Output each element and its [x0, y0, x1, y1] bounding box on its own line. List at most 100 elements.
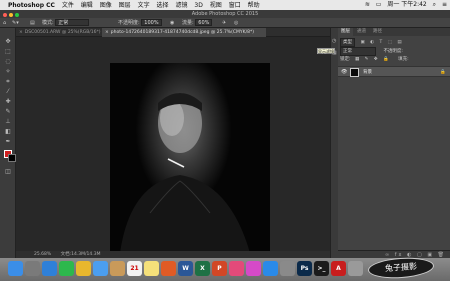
dock-photoshop-icon[interactable]: Ps — [297, 261, 312, 276]
document-tabs: × DSC00501.ARW @ 25%(RGB/16*) × photo-1472… — [16, 28, 330, 37]
menu-file[interactable]: 文件 — [62, 2, 74, 9]
search-icon[interactable]: ⌕ — [433, 1, 436, 8]
mode-select[interactable]: 正常 — [55, 19, 90, 26]
layers-panel: 图层 通道 路径 类型 ▣ ◐ T ⬚ ▤ 正常 不透明度: 锁定: ▦ ✎ ✥… — [338, 28, 450, 258]
menu-image[interactable]: 图像 — [100, 2, 112, 9]
menu-layer[interactable]: 图层 — [119, 2, 131, 9]
battery-icon[interactable]: ▭ — [376, 1, 382, 8]
lasso-tool-icon[interactable]: ◌ — [3, 58, 13, 66]
zoom-level[interactable]: 25.68% — [34, 252, 51, 257]
opacity-input[interactable]: 100% — [141, 19, 162, 26]
background-color-swatch[interactable] — [8, 154, 16, 162]
dock-notes-icon[interactable] — [144, 261, 159, 276]
layer-thumbnail — [350, 68, 359, 77]
tab-paths[interactable]: 路径 — [370, 28, 385, 36]
brush-preset-icon[interactable]: ✎▾ — [12, 18, 19, 28]
dock-wechat-icon[interactable] — [59, 261, 74, 276]
dock-office-icon[interactable] — [161, 261, 176, 276]
brush-tool-icon[interactable]: ✎ — [3, 108, 13, 116]
menu-type[interactable]: 文字 — [138, 2, 150, 9]
canvas-area[interactable] — [16, 37, 345, 253]
dock-calendar-icon[interactable]: 21 — [127, 261, 142, 276]
dock-photos-icon[interactable] — [229, 261, 244, 276]
quick-select-tool-icon[interactable]: ✧ — [3, 68, 13, 76]
crop-tool-icon[interactable]: ⌗ — [3, 78, 13, 86]
panel-tabs: 图层 通道 路径 — [338, 28, 450, 36]
dock-powerpoint-icon[interactable]: P — [212, 261, 227, 276]
airbrush-icon[interactable]: ✈ — [222, 18, 226, 28]
app-menu[interactable]: Photoshop CC — [8, 2, 55, 9]
layers-panel-footer: ∞ fx ◐ ▢ ▣ 🗑 — [338, 250, 450, 258]
eraser-tool-icon[interactable]: ◧ — [3, 128, 13, 136]
history-icon[interactable]: ◷ — [332, 38, 336, 44]
kind-select[interactable]: 类型 — [340, 38, 355, 47]
mode-label: 模式: — [42, 20, 54, 26]
brush-panel-icon[interactable]: ▤ — [30, 18, 35, 28]
menu-view[interactable]: 视图 — [210, 2, 222, 9]
dock-launchpad-icon[interactable] — [25, 261, 40, 276]
pressure-size-icon[interactable]: ◎ — [234, 18, 238, 28]
move-tool-icon[interactable]: ✥ — [3, 38, 13, 46]
dock-terminal-icon[interactable]: >_ — [314, 261, 329, 276]
dock-itunes-icon[interactable] — [246, 261, 261, 276]
dock-excel-icon[interactable]: X — [195, 261, 210, 276]
dock-finder-icon[interactable] — [8, 261, 23, 276]
tab-dsc00501[interactable]: × DSC00501.ARW @ 25%(RGB/16*) — [16, 28, 102, 37]
dock-appstore-icon[interactable] — [263, 261, 278, 276]
pressure-opacity-icon[interactable]: ◉ — [170, 18, 174, 28]
flow-input[interactable]: 60% — [195, 19, 213, 26]
menu-list-icon[interactable]: ≡ — [442, 1, 447, 8]
menu-3d[interactable]: 3D — [194, 2, 202, 9]
dock-chrome-icon[interactable] — [76, 261, 91, 276]
tools-panel: ✥ ⬚ ◌ ✧ ⌗ ⁄ ✚ ✎ ⊥ ◧ ✒ ◫ — [0, 28, 16, 258]
lock-label: 锁定: — [340, 57, 351, 62]
visibility-eye-icon[interactable]: 👁 — [341, 67, 347, 78]
home-icon[interactable]: ⌂ — [3, 18, 6, 28]
dock-preferences-icon[interactable] — [280, 261, 295, 276]
portrait-image — [120, 93, 250, 253]
lock-icons[interactable]: ▦ ✎ ✥ 🔒 — [355, 57, 391, 62]
close-tab-icon[interactable]: × — [19, 30, 23, 35]
filter-tooltip: 显示滤镜 — [317, 48, 335, 54]
minimize-window-button[interactable] — [9, 13, 13, 17]
menu-select[interactable]: 选择 — [157, 2, 169, 9]
fill-label: 填充: — [398, 57, 409, 62]
layer-row[interactable]: 👁 背景 🔒 — [338, 66, 450, 77]
dock-safari-icon[interactable] — [42, 261, 57, 276]
pen-tool-icon[interactable]: ✒ — [3, 138, 13, 146]
layer-lock-icon: 🔒 — [440, 70, 446, 75]
eyedropper-tool-icon[interactable]: ⁄ — [3, 88, 13, 96]
tab-layers[interactable]: 图层 — [338, 28, 353, 36]
marquee-tool-icon[interactable]: ⬚ — [3, 48, 13, 56]
dock-trash-icon[interactable] — [348, 261, 363, 276]
portrait-photo[interactable] — [110, 63, 270, 253]
doc-info: 文档:14.3M/14.3M — [60, 252, 101, 257]
menu-window[interactable]: 窗口 — [229, 2, 241, 9]
clock[interactable]: 周一 下午2:42 — [387, 1, 426, 8]
blend-row: 正常 不透明度: — [340, 47, 448, 56]
status-bar: 25.68% 文档:14.3M/14.3M — [16, 251, 330, 258]
close-tab-icon[interactable]: × — [105, 30, 109, 35]
menu-help[interactable]: 帮助 — [248, 2, 260, 9]
menu-filter[interactable]: 滤镜 — [175, 2, 187, 9]
dock-word-icon[interactable]: W — [178, 261, 193, 276]
close-window-button[interactable] — [3, 13, 7, 17]
tab-channels[interactable]: 通道 — [354, 28, 369, 36]
opacity-label: 不透明度: — [118, 20, 140, 26]
tab-photo-jpeg[interactable]: × photo-1472640189317-41874740dcd8.jpeg @… — [102, 28, 266, 37]
healing-tool-icon[interactable]: ✚ — [3, 98, 13, 106]
blend-mode-select[interactable]: 正常 — [340, 47, 376, 56]
quick-mask-icon[interactable]: ◫ — [3, 168, 13, 176]
collapsed-panels: ◷ ▦ — [330, 28, 338, 258]
filter-icons[interactable]: ▣ ◐ T ⬚ ▤ — [360, 40, 403, 45]
options-bar: ⌂ ✎▾ ▤ 模式: 正常 不透明度: 100% ◉ 流量: 60% ✈ ◎ — [0, 18, 450, 28]
lock-row: 锁定: ▦ ✎ ✥ 🔒 填充: — [340, 56, 448, 63]
dock-contacts-icon[interactable] — [110, 261, 125, 276]
wifi-icon[interactable]: ≋ — [365, 1, 370, 8]
stamp-tool-icon[interactable]: ⊥ — [3, 118, 13, 126]
flow-label: 流量: — [182, 20, 194, 26]
zoom-window-button[interactable] — [15, 13, 19, 17]
dock-mail-icon[interactable] — [93, 261, 108, 276]
dock-acrobat-icon[interactable]: A — [331, 261, 346, 276]
menu-edit[interactable]: 编辑 — [81, 2, 93, 9]
